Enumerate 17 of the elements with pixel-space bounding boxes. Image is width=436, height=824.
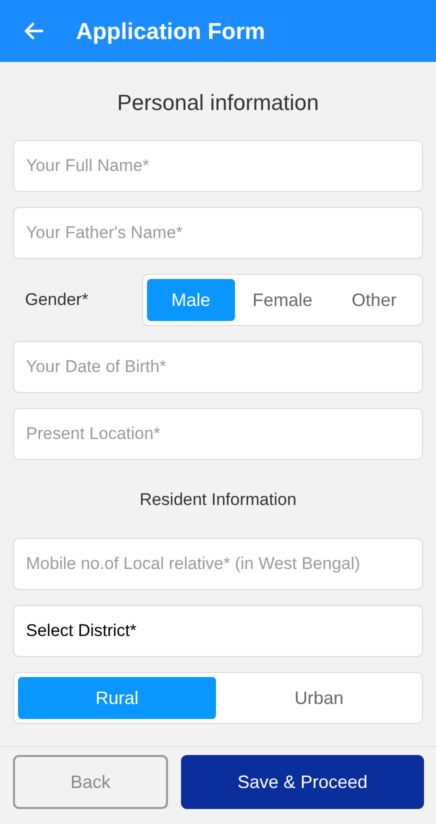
- segment-option[interactable]: Female: [238, 279, 326, 321]
- text-field[interactable]: Your Father's Name*: [13, 207, 423, 259]
- district-dropdown[interactable]: Select District*: [13, 605, 423, 657]
- text-field[interactable]: Your Date of Birth*: [13, 341, 423, 393]
- gender-label: Gender*: [24, 290, 90, 310]
- text-field[interactable]: Mobile no.of Local relative* (in West Bengal): [13, 538, 423, 590]
- page-title: Application Form: [76, 18, 266, 44]
- back-button[interactable]: Back: [13, 755, 168, 809]
- section-heading: Personal information: [116, 89, 320, 117]
- segment-option[interactable]: Other: [330, 279, 418, 321]
- segment-option[interactable]: Rural: [18, 677, 216, 719]
- save-proceed-button[interactable]: Save & Proceed: [181, 755, 424, 809]
- section-heading: Resident Information: [138, 489, 298, 511]
- segment-option[interactable]: Male: [147, 279, 235, 321]
- segment-option[interactable]: Urban: [220, 677, 418, 719]
- text-field[interactable]: Your Full Name*: [13, 140, 423, 192]
- text-field[interactable]: Present Location*: [13, 408, 423, 460]
